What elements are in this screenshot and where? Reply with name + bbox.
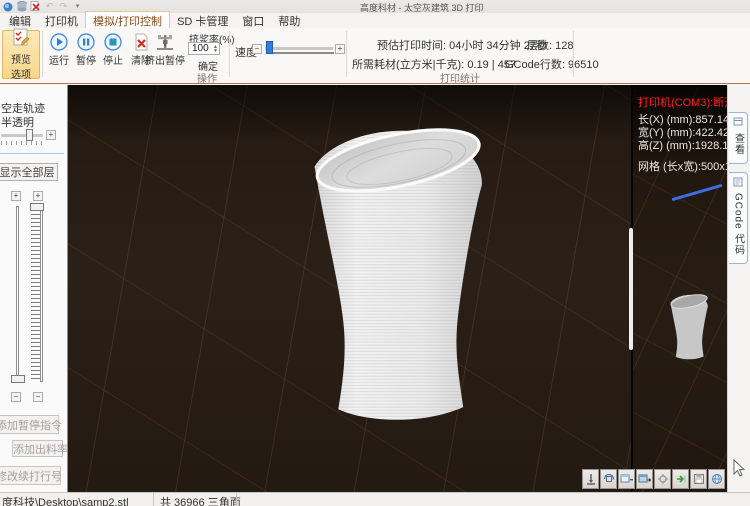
speed-decrease-button[interactable]: − [252,44,262,54]
settings-button[interactable] [654,469,671,489]
sidebar-separator [0,153,64,154]
app-icon [2,1,13,12]
add-feed-rate-button[interactable]: 添加出料率 [12,440,63,457]
speed-slider-underline [266,52,334,54]
status-bar: 度科技\Desktop\samp2.stl 共 36966 三角面 [0,492,750,506]
layer-range-bottom-increase-button[interactable]: + [33,191,43,201]
print-time-stat: 预估打印时间: 04小时 34分钟 27秒 [377,37,547,53]
speed-slider-track[interactable] [265,47,333,50]
vase-model[interactable] [278,115,508,435]
triangle-count-text: 共 36966 三角面 [160,494,241,506]
gcode-lines-stat: GCode行数: 96510 [505,56,599,72]
print-stats-group-label: 打印统计 [415,70,505,85]
translucent-slider-ticks [1,141,43,145]
ribbon-separator [346,31,347,77]
gcode-panel-icon [733,177,743,190]
layer-slider-left-track[interactable] [16,206,19,382]
view-panel-icon [733,117,743,130]
speed-slider-handle[interactable] [266,41,273,54]
play-icon [50,33,68,51]
stop-button[interactable]: 停止 [99,33,127,67]
viewport-toolbar [582,469,725,489]
save-view-button[interactable] [690,469,707,489]
extrusion-rate-input[interactable]: 100 ▲▼ [188,42,220,55]
layer-range-top-increase-button[interactable]: + [11,191,21,201]
save-icon [693,473,705,485]
preview-options-button[interactable]: 预览选项 [2,30,40,79]
tab-view[interactable]: 查看 [729,112,748,164]
extrude-pause-button[interactable]: 挤出暂停 [146,33,184,67]
show-all-layers-button[interactable]: 显示全部层 [0,163,58,181]
printer-status-text: 打印机(COM3):断开 [638,94,727,110]
statusbar-divider [236,493,237,506]
layer-slider-right-handle[interactable] [30,203,44,211]
ribbon-separator [42,31,43,77]
menu-bar: 编辑 打印机 模拟/打印控制 SD 卡管理 窗口 帮助 [0,13,750,28]
menu-window[interactable]: 窗口 [235,12,271,30]
extrusion-rate-value: 100 [189,43,213,54]
ribbon-separator [573,31,574,77]
left-sidebar: 空走轨迹 半透明 + 显示全部层 + + − − 添加暂停指令 添加出料率 修改… [0,85,68,492]
green-arrow-icon [675,473,687,485]
translucent-increase-button[interactable]: + [46,130,56,140]
qat-dropdown-icon[interactable]: ▾ [72,1,83,12]
layer-range-bottom-decrease-button[interactable]: − [33,392,43,402]
menu-sd-card[interactable]: SD 卡管理 [170,12,235,30]
delete-file-icon[interactable] [30,1,41,12]
menu-printer[interactable]: 打印机 [38,12,85,30]
mouse-cursor-icon [732,459,746,479]
extruder-icon [155,33,175,51]
modify-resume-line-button[interactable]: 修改续打行号 [0,466,61,485]
grid-info-text: 网格 (长x宽):500x125 [638,158,727,174]
application-window: ↶ ↷ ▾ 高度科材 - 太空灰建筑 3D 打印 编辑 打印机 模拟/打印控制 … [0,0,750,506]
export-button[interactable] [672,469,689,489]
pause-button[interactable]: 暂停 [72,33,100,67]
ribbon: 预览选项 运行 暂停 停止 清除 挤出暂停 挤浆率(%) 100 ▲▼ 确定 [0,28,750,84]
main-3d-viewport[interactable] [68,85,631,492]
run-button[interactable]: 运行 [45,33,73,67]
axis-line [672,184,723,201]
statusbar-divider [153,493,154,506]
vase-model-thumbnail [665,290,711,364]
speed-increase-button[interactable]: + [335,44,345,54]
stop-icon [104,33,122,51]
database-icon[interactable] [16,1,27,12]
translucent-slider-handle[interactable] [26,129,33,141]
globe-icon [711,473,723,485]
window-layout-button[interactable] [618,469,635,489]
layer-range-top-decrease-button[interactable]: − [11,392,21,402]
globe-view-button[interactable] [708,469,725,489]
tab-gcode[interactable]: GCode 代码 [729,172,748,264]
window-arrow-icon [638,473,651,485]
window-minus-icon [620,473,633,485]
menu-help[interactable]: 帮助 [271,12,307,30]
nozzle-icon [585,473,597,485]
spinner-arrows-icon[interactable]: ▲▼ [213,45,219,53]
gear-icon [657,473,669,485]
file-path-text: 度科技\Desktop\samp2.stl [2,494,129,506]
layers-value: 128 [555,40,573,52]
preview-options-label: 预览选项 [9,51,33,81]
layer-slider-right-track[interactable] [40,206,43,382]
preview-options-icon [12,28,30,49]
window-expand-button[interactable] [636,469,653,489]
rotate-icon [603,473,615,485]
undo-icon[interactable]: ↶ [44,1,55,12]
layers-stat: 层数: 128 [527,37,573,53]
pause-icon [77,33,95,51]
translucent-slider-track[interactable] [1,134,43,137]
add-pause-command-button[interactable]: 添加暂停指令 [0,415,59,434]
pane-splitter-handle[interactable] [629,228,633,350]
right-tab-strip: 查看 GCode 代码 [727,85,750,492]
redo-icon[interactable]: ↷ [58,1,69,12]
dimension-z-text: 高(Z) (mm):1928.14 [638,137,727,153]
preview-pane[interactable]: 打印机(COM3):断开 长(X) (mm):857.14 宽(Y) (mm):… [631,85,727,492]
layer-slider-left-handle[interactable] [11,375,25,383]
menu-edit[interactable]: 编辑 [2,12,38,30]
operation-group-label: 操作 [152,70,262,85]
translucent-label: 半透明 [1,114,34,130]
print-head-position-button[interactable] [582,469,599,489]
rotate-view-button[interactable] [600,469,617,489]
